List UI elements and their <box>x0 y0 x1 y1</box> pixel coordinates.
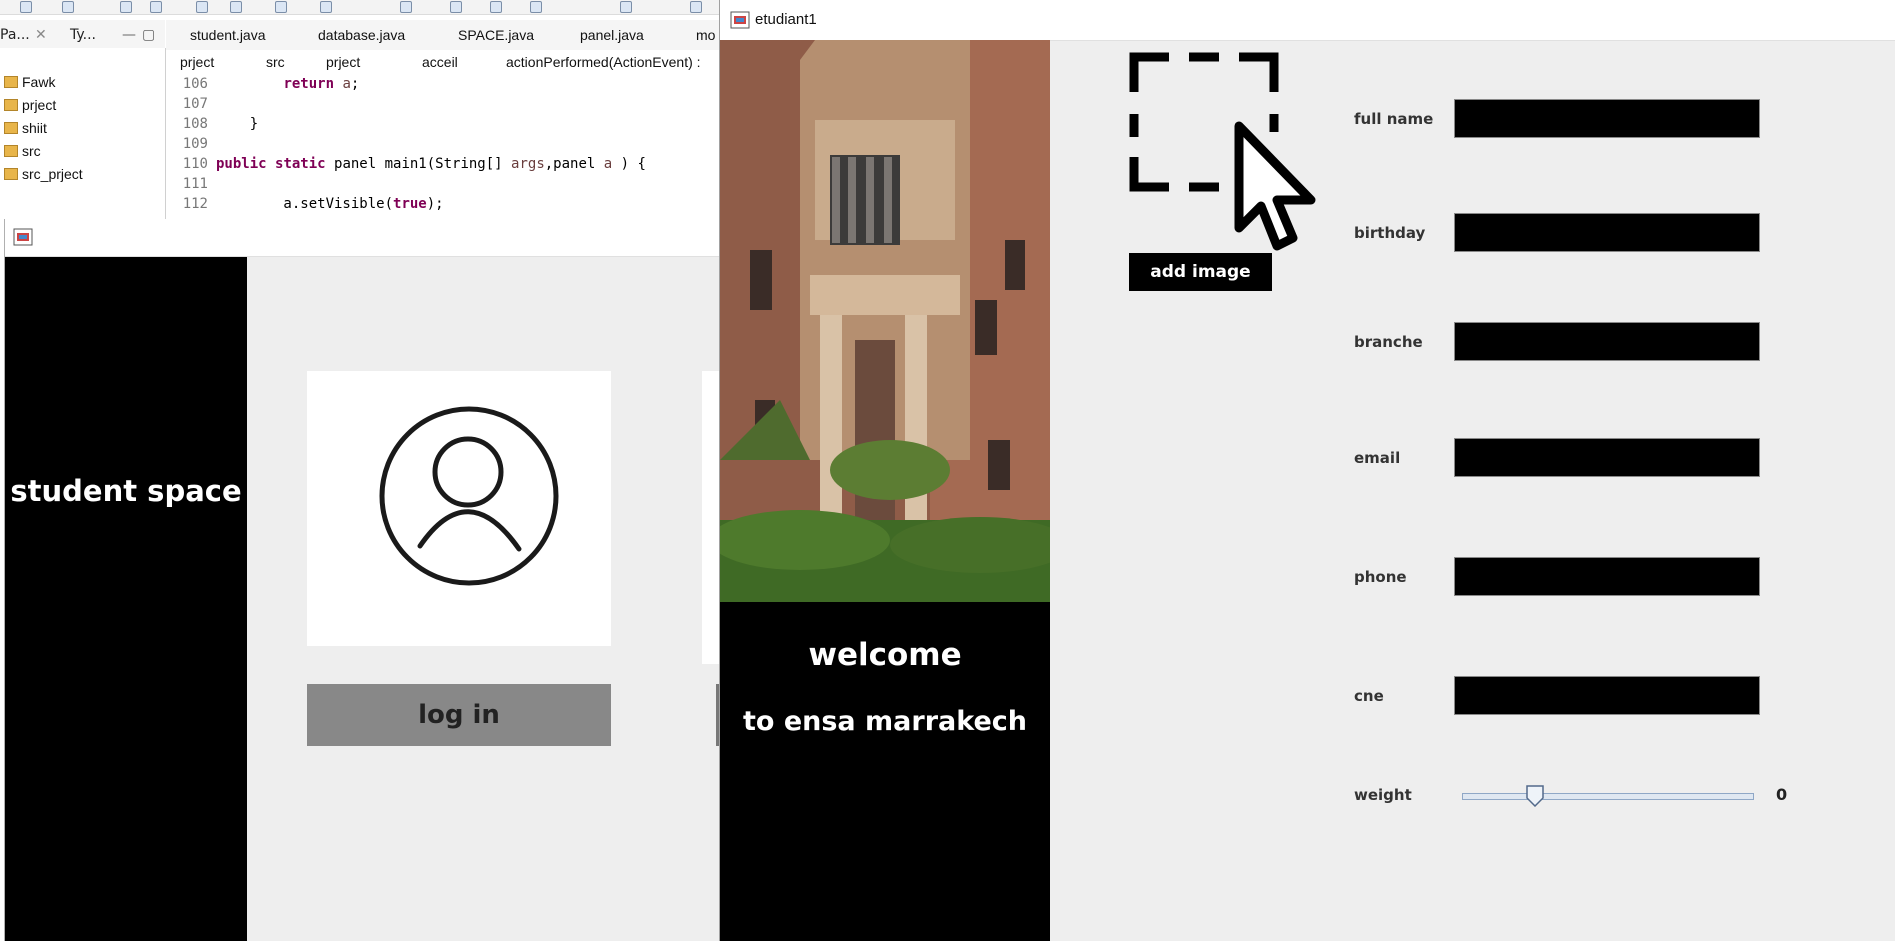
toolbar-icon[interactable] <box>620 1 632 13</box>
project-icon <box>4 99 18 111</box>
maximize-icon[interactable]: ▢ <box>142 27 155 43</box>
toolbar-icon[interactable] <box>196 1 208 13</box>
java-icon <box>730 11 750 29</box>
login-window: student space log in <box>4 219 725 941</box>
sidebar-title: student space <box>10 474 242 508</box>
project-icon <box>4 122 18 134</box>
avatar-card[interactable] <box>307 371 611 646</box>
add-image-button[interactable]: add image <box>1129 253 1272 291</box>
full-name-field[interactable] <box>1454 99 1760 138</box>
cne-field[interactable] <box>1454 676 1760 715</box>
tree-item-src-prject[interactable]: src_prject <box>4 166 83 182</box>
project-icon <box>4 145 18 157</box>
login-button[interactable]: log in <box>307 684 611 746</box>
breadcrumb: prject src prject acceil actionPerformed… <box>166 50 726 77</box>
code-line: 110 public static panel main1(String[] ar… <box>182 156 646 172</box>
weight-slider-track[interactable] <box>1462 793 1754 800</box>
code-line: 109 <box>182 136 208 152</box>
tree-item-src[interactable]: src <box>4 143 41 159</box>
window-title: etudiant1 <box>755 11 817 28</box>
toolbar-icon[interactable] <box>530 1 542 13</box>
code-line: 107 <box>182 96 208 112</box>
weight-label: weight <box>1354 786 1412 804</box>
toolbar-icon[interactable] <box>150 1 162 13</box>
tree-item-fawk[interactable]: Fawk <box>4 74 55 90</box>
toolbar-icon[interactable] <box>20 1 32 13</box>
building-photo <box>720 40 1050 602</box>
code-line: 106 return a; <box>182 76 360 92</box>
package-explorer: Fawk prject shiit src src_prject <box>0 48 166 223</box>
toolbar-icon[interactable] <box>450 1 462 13</box>
project-icon <box>4 168 18 180</box>
login-titlebar[interactable] <box>5 219 725 257</box>
code-line: 111 <box>182 176 208 192</box>
code-editor[interactable]: 106 return a; 107 108 } 109 110 public st… <box>166 76 726 223</box>
tree-item-prject[interactable]: prject <box>4 97 56 113</box>
email-label: email <box>1354 449 1401 467</box>
code-line: 112 a.setVisible(true); <box>182 196 444 212</box>
tree-item-shiit[interactable]: shiit <box>4 120 47 136</box>
tab-mo[interactable]: mo <box>696 27 715 43</box>
weight-slider-thumb[interactable] <box>1525 785 1544 807</box>
user-avatar-icon <box>379 406 559 586</box>
toolbar-icon[interactable] <box>275 1 287 13</box>
toolbar-icon[interactable] <box>62 1 74 13</box>
toolbar-icon[interactable] <box>230 1 242 13</box>
toolbar-icon[interactable] <box>320 1 332 13</box>
branche-field[interactable] <box>1454 322 1760 361</box>
tree-item-label: prject <box>22 97 57 113</box>
toolbar-icon[interactable] <box>120 1 132 13</box>
full-name-label: full name <box>1354 110 1434 128</box>
tab-database-java[interactable]: database.java <box>318 27 405 43</box>
etudiant-titlebar[interactable]: etudiant1 <box>720 0 1895 41</box>
breadcrumb-item[interactable]: actionPerformed(ActionEvent) : <box>506 54 701 70</box>
java-icon <box>13 228 33 246</box>
tab-type-hierarchy[interactable]: Ty... <box>70 27 96 43</box>
view-tabs: Pa... ✕ Ty... — ▢ <box>0 20 165 49</box>
tab-student-java[interactable]: student.java <box>190 27 266 43</box>
login-sidebar: student space <box>5 257 247 941</box>
run-icon[interactable] <box>490 1 502 13</box>
close-icon[interactable]: ✕ <box>35 27 47 43</box>
email-field[interactable] <box>1454 438 1760 477</box>
etudiant-window: etudiant1 welcome to ensa marrakech add … <box>719 0 1895 941</box>
cne-label: cne <box>1354 687 1384 705</box>
tab-panel-java[interactable]: panel.java <box>580 27 644 43</box>
tree-item-label: shiit <box>22 120 47 136</box>
welcome-subheading: to ensa marrakech <box>742 706 1028 737</box>
branche-label: branche <box>1354 333 1423 351</box>
breadcrumb-item[interactable]: acceil <box>422 54 458 70</box>
tree-item-label: src <box>22 143 41 159</box>
breadcrumb-item[interactable]: prject <box>180 54 214 70</box>
weight-value: 0 <box>1776 785 1788 804</box>
phone-field[interactable] <box>1454 557 1760 596</box>
breadcrumb-item[interactable]: prject <box>326 54 360 70</box>
tab-space-java[interactable]: SPACE.java <box>458 27 534 43</box>
toolbar-icon[interactable] <box>400 1 412 13</box>
birthday-field[interactable] <box>1454 213 1760 252</box>
tree-item-label: Fawk <box>22 74 56 90</box>
welcome-heading: welcome <box>808 637 962 673</box>
toolbar-icon[interactable] <box>690 1 702 13</box>
project-icon <box>4 76 18 88</box>
editor-tabs: student.java database.java SPACE.java pa… <box>166 20 726 51</box>
tree-item-label: src_prject <box>22 166 83 182</box>
minimize-icon[interactable]: — <box>122 27 136 43</box>
code-line: 108 } <box>182 116 259 132</box>
cursor-icon <box>1234 121 1316 251</box>
birthday-label: birthday <box>1354 224 1426 242</box>
breadcrumb-item[interactable]: src <box>266 54 285 70</box>
welcome-panel: welcome to ensa marrakech <box>720 602 1050 941</box>
tab-package-explorer[interactable]: Pa... <box>0 27 30 43</box>
phone-label: phone <box>1354 568 1407 586</box>
